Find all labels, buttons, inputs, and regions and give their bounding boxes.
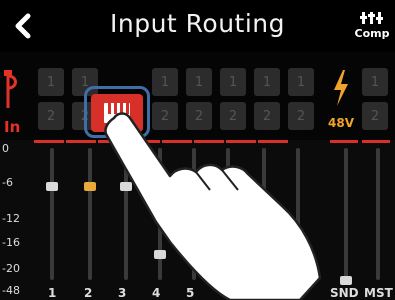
fader-track-5[interactable] xyxy=(192,148,196,280)
fader-knob-3[interactable] xyxy=(120,182,132,191)
meter-top-7 xyxy=(226,140,256,143)
meter-top-mst xyxy=(362,140,390,143)
keyboard-icon xyxy=(104,103,130,123)
route-cell-7-2[interactable]: 2 xyxy=(254,102,280,130)
meter-top-3 xyxy=(98,140,128,143)
channel-label-mst: MST xyxy=(364,286,393,300)
route-cell-4-1[interactable]: 1 xyxy=(152,68,178,96)
input-routing-screen: { "header": {"title": "Input Routing", "… xyxy=(0,0,395,300)
scale-label-48: -48 xyxy=(2,284,20,297)
route-cell-8-2[interactable]: 2 xyxy=(288,102,314,130)
fader-track-4[interactable] xyxy=(158,148,162,280)
meter-top-4 xyxy=(130,140,160,143)
fader-track-8[interactable] xyxy=(296,148,300,280)
channel-label-1: 1 xyxy=(48,286,57,300)
route-cell-1-2[interactable]: 2 xyxy=(38,102,64,130)
comp-icon xyxy=(354,12,390,27)
route-cell-9-1[interactable]: 1 xyxy=(362,68,388,96)
phantom-label: 48V xyxy=(328,116,354,130)
mixer-panel xyxy=(0,140,395,300)
meter-top-6 xyxy=(194,140,224,143)
input-cable-icon xyxy=(4,70,17,108)
route-cell-6-1[interactable]: 1 xyxy=(220,68,246,96)
route-cell-5-2[interactable]: 2 xyxy=(186,102,212,130)
route-cell-7-1[interactable]: 1 xyxy=(254,68,280,96)
meter-top-snd xyxy=(330,140,358,143)
scale-label-0: 0 xyxy=(2,142,9,155)
route-cell-8-1[interactable]: 1 xyxy=(288,68,314,96)
meter-top-2 xyxy=(66,140,96,143)
page-title: Input Routing xyxy=(109,9,286,38)
fader-knob-1[interactable] xyxy=(46,182,58,191)
meter-top-8 xyxy=(258,140,288,143)
route-cell-1-1[interactable]: 1 xyxy=(38,68,64,96)
fader-track-7[interactable] xyxy=(262,148,266,280)
fader-track-2[interactable] xyxy=(88,148,92,280)
fader-knob-4[interactable] xyxy=(154,250,166,259)
fader-knob-2[interactable] xyxy=(84,182,96,191)
comp-button[interactable]: Comp xyxy=(354,12,390,46)
fader-knob-snd[interactable] xyxy=(340,276,352,285)
comp-label: Comp xyxy=(354,27,390,40)
fader-track-1[interactable] xyxy=(50,148,54,280)
meter-top-5 xyxy=(162,140,192,143)
channel-label-6: 6 xyxy=(220,286,229,300)
channel-label-snd: SND xyxy=(330,286,359,300)
channel-label-8: 8 xyxy=(290,286,299,300)
meter-top-1 xyxy=(34,140,64,143)
scale-label-20: -20 xyxy=(2,262,20,275)
route-cell-4-2[interactable]: 2 xyxy=(152,102,178,130)
channel-label-2: 2 xyxy=(84,286,93,300)
fader-track-snd[interactable] xyxy=(344,148,348,280)
phantom-power-indicator[interactable]: 48V xyxy=(327,70,355,130)
fader-track-3[interactable] xyxy=(124,148,128,280)
scale-label-16: -16 xyxy=(2,236,20,249)
scale-label-6: -6 xyxy=(2,176,13,189)
route-cell-9-2[interactable]: 2 xyxy=(362,102,388,130)
channel-label-3: 3 xyxy=(118,286,127,300)
channel-label-5: 5 xyxy=(186,286,195,300)
scale-label-12: -12 xyxy=(2,212,20,225)
input-label: In xyxy=(4,118,21,136)
keyboard-route-button[interactable] xyxy=(91,94,143,132)
header-bar: Input Routing Comp xyxy=(0,0,395,52)
lightning-icon xyxy=(334,70,348,106)
fader-track-6[interactable] xyxy=(226,148,230,280)
route-cell-5-1[interactable]: 1 xyxy=(186,68,212,96)
channel-label-4: 4 xyxy=(152,286,161,300)
route-cell-6-2[interactable]: 2 xyxy=(220,102,246,130)
fader-track-mst[interactable] xyxy=(376,148,380,280)
channel-label-7: 7 xyxy=(256,286,265,300)
fader-knob-7[interactable] xyxy=(258,268,270,277)
